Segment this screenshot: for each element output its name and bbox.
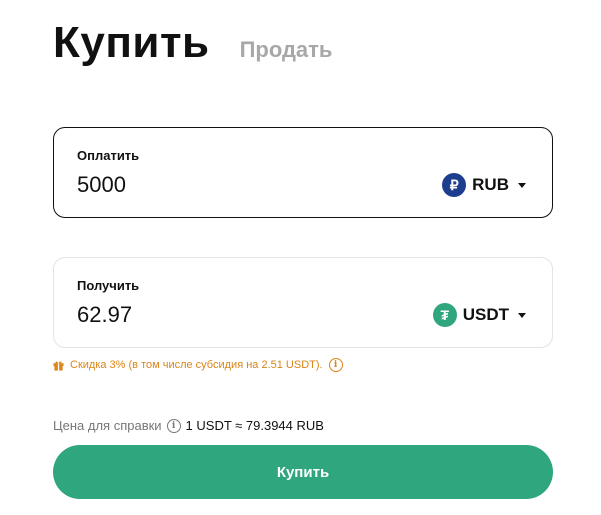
pay-currency-select[interactable]: ₽ RUB [442,173,526,197]
reference-rate: Цена для справки i 1 USDT ≈ 79.3944 RUB [53,418,324,433]
pay-currency-code: RUB [472,175,509,194]
rate-value: 1 USDT ≈ 79.3944 RUB [185,418,324,433]
chevron-down-icon [518,312,526,318]
info-icon[interactable]: i [328,358,343,372]
receive-currency-select[interactable]: ₮ USDT [432,303,526,327]
tab-buy[interactable]: Купить [53,18,210,68]
ruble-icon: ₽ [442,173,467,197]
chevron-down-icon [518,182,526,188]
receive-card: Получить ₮ USDT [53,257,553,348]
buy-button[interactable]: Купить [53,445,553,499]
gift-icon [53,360,64,371]
trade-tabs: Купить Продать [53,18,332,72]
rate-label: Цена для справки [53,418,162,433]
pay-amount-input[interactable] [77,172,377,198]
receive-label: Получить [77,278,140,293]
discount-note: Скидка 3% (в том числе субсидия на 2.51 … [53,358,343,372]
receive-amount-input[interactable] [77,302,377,328]
discount-text: Скидка 3% (в том числе субсидия на 2.51 … [70,359,323,371]
tab-sell[interactable]: Продать [240,37,333,63]
tether-icon: ₮ [432,303,457,327]
pay-card: Оплатить ₽ RUB [53,127,553,218]
info-icon[interactable]: i [166,418,181,433]
receive-currency-code: USDT [462,305,509,324]
pay-label: Оплатить [77,148,140,163]
